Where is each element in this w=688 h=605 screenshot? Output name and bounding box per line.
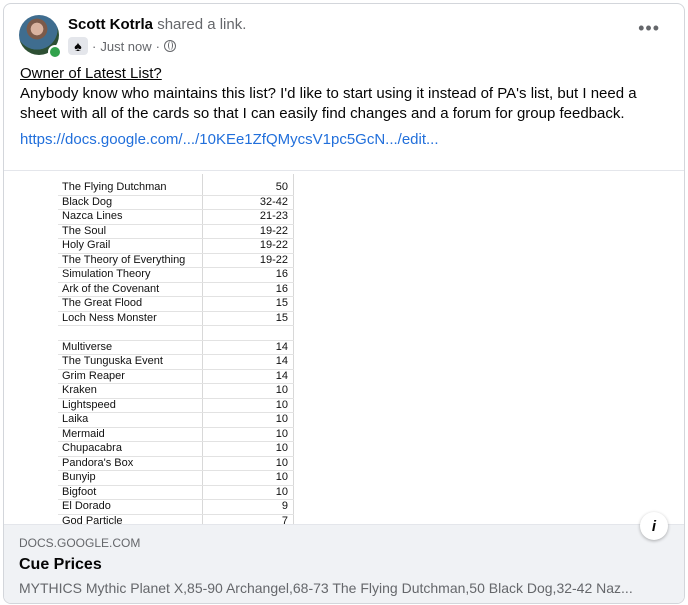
sheet-row: Kraken 10 (58, 383, 294, 399)
card-price: 10 (275, 442, 288, 454)
meta-separator: · (92, 38, 97, 54)
post-header: Scott Kotrla shared a link. (68, 16, 246, 33)
sheet-row: The Great Flood 15 (58, 296, 294, 312)
post-action: shared a link. (157, 16, 247, 33)
sheet-row: Loch Ness Monster 15 (58, 311, 294, 326)
sheet-row: The Tunguska Event 14 (58, 354, 294, 370)
card-price: 10 (275, 384, 288, 396)
card-name: Black Dog (62, 195, 113, 208)
card-name: Simulation Theory (62, 268, 151, 280)
card-name: The Flying Dutchman (62, 181, 167, 193)
card-name: The Great Flood (62, 297, 143, 309)
post-text: Owner of Latest List? Anybody know who m… (20, 64, 660, 124)
sheet-row: Ark of the Covenant 16 (58, 282, 294, 297)
sheet-row: Lightspeed 10 (58, 398, 294, 413)
card-name: El Dorado (62, 500, 111, 512)
card-name: Ark of the Covenant (62, 282, 160, 295)
sheet-row: Holy Grail 19-22 (58, 238, 294, 254)
card-price: 19-22 (259, 224, 288, 237)
sheet-row: Grim Reaper 14 (58, 369, 294, 384)
online-status-dot (48, 45, 62, 59)
card-name: Grim Reaper (62, 369, 125, 382)
card-price: 21-23 (259, 210, 288, 222)
card-price: 19-22 (259, 253, 288, 266)
card-price: 14 (275, 355, 288, 367)
card-name: The Tunguska Event (62, 355, 163, 367)
post-meta: ♠ · Just now · (68, 36, 176, 56)
preview-title[interactable]: Cue Prices (19, 556, 102, 574)
post-body: Anybody know who maintains this list? I'… (20, 85, 637, 122)
card-name: Multiverse (62, 340, 113, 353)
sheet-row: Nazca Lines 21-23 (58, 209, 294, 225)
sheet-row: The Flying Dutchman 50 (58, 180, 294, 196)
card-name: Laika (62, 413, 89, 425)
sheet-row: Multiverse 14 (58, 340, 294, 355)
card-name: Kraken (62, 384, 97, 396)
card-price: 10 (275, 427, 288, 440)
card-name: Loch Ness Monster (62, 311, 157, 324)
spade-icon[interactable]: ♠ (68, 37, 88, 55)
card-price: 10 (275, 456, 288, 469)
card-name: Mermaid (62, 427, 105, 440)
globe-icon[interactable] (164, 40, 176, 52)
sheet-row: Simulation Theory 16 (58, 267, 294, 283)
sheet-row (58, 325, 294, 341)
divider (4, 170, 684, 171)
info-icon[interactable]: i (640, 512, 668, 540)
sheet-row: The Theory of Everything 19-22 (58, 253, 294, 268)
sheet-row: Bunyip 10 (58, 470, 294, 486)
card-price: 16 (275, 268, 288, 280)
card-price: 10 (275, 413, 288, 425)
card-price: 10 (275, 485, 288, 498)
card-price: 10 (275, 471, 288, 483)
card-price: 9 (281, 500, 288, 512)
card-price: 14 (275, 369, 288, 382)
post-time[interactable]: Just now (100, 39, 151, 54)
card-price: 16 (275, 282, 288, 295)
card-name: Holy Grail (62, 239, 111, 251)
card-price: 32-42 (259, 195, 288, 208)
card-price: 10 (275, 398, 288, 411)
author-name[interactable]: Scott Kotrla (68, 16, 153, 33)
card-price: 14 (275, 340, 288, 353)
card-name: The Theory of Everything (62, 253, 186, 266)
card-name: Chupacabra (62, 442, 122, 454)
spreadsheet-preview-image[interactable]: The Flying Dutchman 50 Black Dog 32-42 Nazca… (58, 174, 294, 526)
link-post-card: Scott Kotrla shared a link. ♠ · Just now… (3, 3, 685, 604)
card-name: Lightspeed (62, 398, 116, 411)
card-price: 50 (275, 181, 288, 193)
sheet-row: Chupacabra 10 (58, 441, 294, 457)
preview-description: MYTHICS Mythic Planet X,85-90 Archangel,… (19, 580, 633, 596)
link-preview-footer[interactable]: DOCS.GOOGLE.COM Cue Prices MYTHICS Mythi… (4, 524, 684, 603)
card-name: Nazca Lines (62, 210, 123, 222)
card-price: 19-22 (259, 239, 288, 251)
sheet-row: The Soul 19-22 (58, 224, 294, 239)
meta-separator-2: · (155, 38, 160, 54)
sheet-row: Mermaid 10 (58, 427, 294, 442)
card-name: Bigfoot (62, 485, 97, 498)
sheet-row: Bigfoot 10 (58, 485, 294, 500)
card-name: Pandora's Box (62, 456, 134, 469)
sheet-row: Laika 10 (58, 412, 294, 428)
sheet-row: El Dorado 9 (58, 499, 294, 515)
more-options-icon[interactable]: ••• (638, 18, 660, 39)
sheet-row: Pandora's Box 10 (58, 456, 294, 471)
card-price: 15 (275, 311, 288, 324)
post-title: Owner of Latest List? (20, 65, 162, 82)
card-price: 15 (275, 297, 288, 309)
card-name: The Soul (62, 224, 107, 237)
sheet-row: Black Dog 32-42 (58, 195, 294, 210)
shared-link[interactable]: https://docs.google.com/.../10KEe1ZfQMyc… (20, 131, 439, 148)
preview-domain: DOCS.GOOGLE.COM (19, 536, 141, 550)
card-name: Bunyip (62, 471, 96, 483)
